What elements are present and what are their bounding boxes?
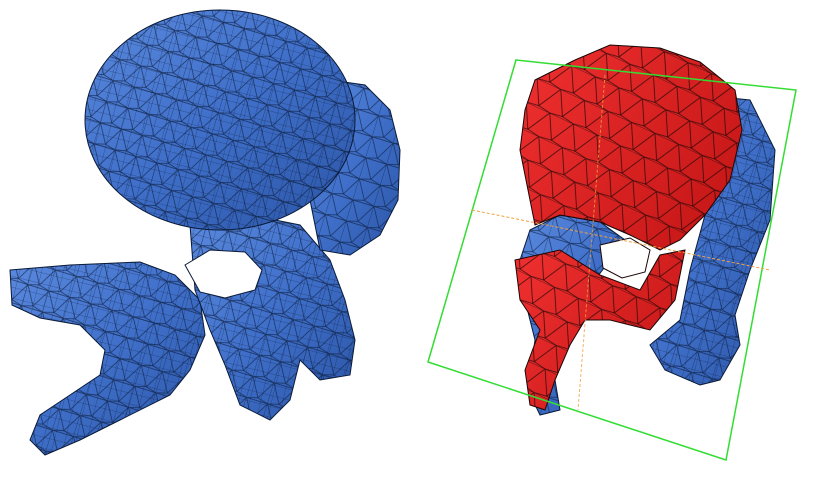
left-vertebra[interactable]: [9, 9, 401, 456]
viewport[interactable]: [0, 0, 824, 490]
right-vertebral-foramen: [599, 237, 651, 279]
mesh-canvas[interactable]: [0, 0, 824, 490]
right-vertebra-sectioned[interactable]: [514, 44, 776, 416]
